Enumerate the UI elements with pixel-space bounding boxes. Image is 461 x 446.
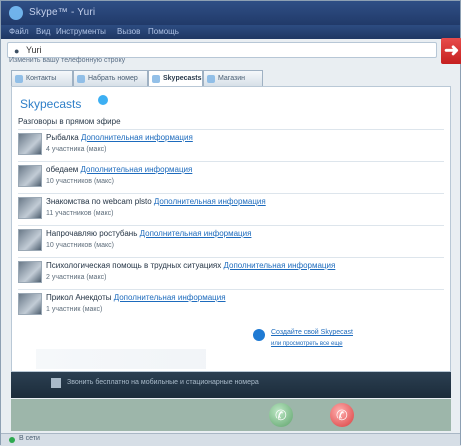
tab-label: Контакты [26,75,57,82]
section-title: Разговоры в прямом эфире [18,117,121,126]
more-info-link[interactable]: Дополнительная информация [140,229,252,238]
menu-tools[interactable]: Инструменты [56,27,106,36]
search-value: Yuri [26,45,42,55]
promo-footer-bar[interactable]: Звонить бесплатно на мобильные и стацион… [11,372,451,398]
item-title: Рыбалка Дополнительная информация [46,133,193,142]
item-participants: 10 участников (макс) [46,242,114,249]
tab-label: Skypecasts [163,75,202,82]
dialpad-icon [77,75,85,83]
item-participants: 4 участника (макс) [46,146,107,153]
phone-icon: ✆ [275,407,287,423]
sub-bar[interactable]: Изменить вашу телефонную строку [9,57,125,69]
phone-promo-icon [51,378,61,388]
status-online-icon [9,437,15,443]
divider [18,161,444,162]
faded-banner [36,349,206,369]
skype-logo-icon [9,6,23,20]
item-title-text: Напрочавляю ростубань [46,229,138,238]
avatar [18,229,42,251]
menu-bar: Файл Вид Инструменты Вызов Помощь [1,25,460,39]
avatar [18,293,42,315]
more-info-link[interactable]: Дополнительная информация [114,293,226,302]
item-title: обедаем Дополнительная информация [46,165,192,174]
call-button[interactable]: ✆ [269,403,293,427]
item-title: Прикол Анекдоты Дополнительная информаци… [46,293,226,302]
list-item[interactable]: Прикол Анекдоты Дополнительная информаци… [18,291,438,321]
create-skypecast-link[interactable]: Создайте свой Skypecast [271,329,353,336]
avatar [18,165,42,187]
list-item[interactable]: Психологическая помощь в трудных ситуаци… [18,259,438,289]
divider [18,193,444,194]
skype-bubble-icon [253,329,265,341]
store-icon [207,75,215,83]
tabs: Контакты Набрать номер Skypecasts Магази… [11,70,451,86]
brand-label: Skypecasts [20,97,82,111]
item-title-text: Прикол Анекдоты [46,293,112,302]
footer-text: Звонить бесплатно на мобильные и стацион… [67,379,259,386]
brand-bubble-icon [98,95,108,105]
avatar [18,197,42,219]
skypecasts-panel: Skypecasts Разговоры в прямом эфире Рыба… [11,86,451,372]
divider [18,225,444,226]
item-title-text: Знакомства по webcam plsto [46,197,152,206]
skype-window: Skype™ - Yuri Файл Вид Инструменты Вызов… [0,0,461,446]
menu-call[interactable]: Вызов [117,27,140,36]
divider [18,257,444,258]
view-all-link[interactable]: или просмотреть все еще [271,341,343,347]
more-info-link[interactable]: Дополнительная информация [223,261,335,270]
list-item[interactable]: Напрочавляю ростубань Дополнительная инф… [18,227,438,257]
item-participants: 1 участник (макс) [46,306,103,313]
more-info-link[interactable]: Дополнительная информация [81,165,193,174]
arrow-right-icon: ➜ [443,40,460,60]
skypecasts-brand: Skypecasts [20,95,108,111]
divider [18,129,444,130]
status-bar: В сети [1,433,460,446]
status-text[interactable]: В сети [19,435,40,442]
item-participants: 10 участников (макс) [46,178,114,185]
list-item[interactable]: Знакомства по webcam plsto Дополнительна… [18,195,438,225]
phone-hangup-icon: ✆ [336,407,348,423]
item-participants: 2 участника (макс) [46,274,107,281]
menu-view[interactable]: Вид [36,27,50,36]
window-title: Skype™ - Yuri [29,7,96,18]
divider [18,289,444,290]
tab-contacts[interactable]: Контакты [11,70,73,86]
broadcast-icon [152,75,160,83]
list-item[interactable]: обедаем Дополнительная информация 10 уча… [18,163,438,193]
title-bar: Skype™ - Yuri [1,1,460,25]
item-title-text: Рыбалка [46,133,79,142]
item-title: Напрочавляю ростубань Дополнительная инф… [46,229,251,238]
item-title-text: обедаем [46,165,79,174]
item-title-text: Психологическая помощь в трудных ситуаци… [46,261,222,270]
menu-help[interactable]: Помощь [148,27,179,36]
more-info-link[interactable]: Дополнительная информация [81,133,193,142]
tab-dial[interactable]: Набрать номер [73,70,148,86]
avatar [18,261,42,283]
tab-skypecasts[interactable]: Skypecasts [148,70,203,86]
avatar [18,133,42,155]
item-title: Психологическая помощь в трудных ситуаци… [46,261,335,270]
hangup-button[interactable]: ✆ [330,403,354,427]
menu-file[interactable]: Файл [9,27,29,36]
exit-button[interactable]: ➜ [441,38,461,64]
tab-label: Магазин [218,75,246,82]
more-info-link[interactable]: Дополнительная информация [154,197,266,206]
promo-block: Создайте свой Skypecast или просмотреть … [253,327,433,367]
contacts-icon [15,75,23,83]
list-item[interactable]: Рыбалка Дополнительная информация 4 учас… [18,131,438,161]
item-participants: 11 участников (макс) [46,210,114,217]
tab-label: Набрать номер [88,75,138,82]
item-title: Знакомства по webcam plsto Дополнительна… [46,197,266,206]
user-icon: ● [14,46,20,56]
search-input[interactable]: ● Yuri [7,42,437,58]
call-bar: ✆ ✆ [11,399,451,431]
tab-store[interactable]: Магазин [203,70,263,86]
